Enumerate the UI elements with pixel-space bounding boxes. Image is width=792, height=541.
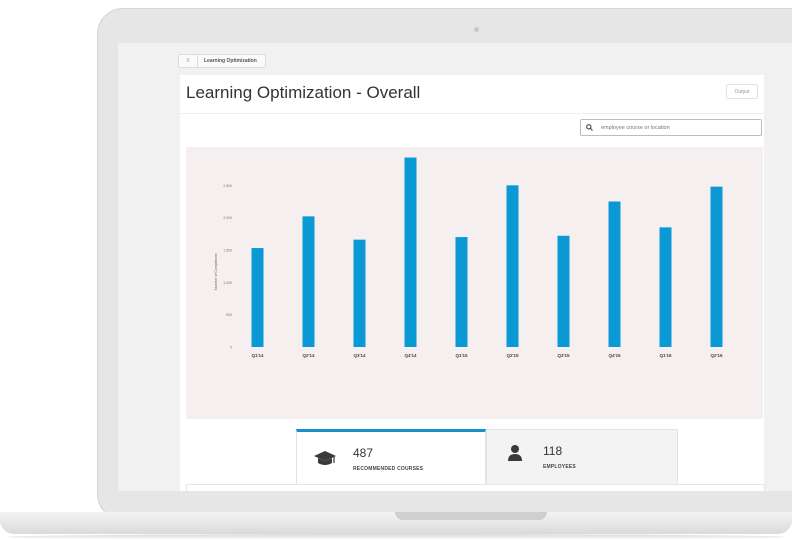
y-tick-label: 2,000 <box>223 216 232 220</box>
bar[interactable] <box>251 248 264 347</box>
divider <box>180 113 764 114</box>
completions-chart: Number of Completions 0 500 1,000 1,500 2,000… <box>186 147 763 419</box>
x-tick-label: Q2'15 <box>506 353 519 358</box>
graduation-cap-icon <box>313 450 337 473</box>
bar[interactable] <box>455 237 468 347</box>
bar[interactable] <box>659 227 672 347</box>
bar[interactable] <box>557 235 570 347</box>
bar[interactable] <box>608 201 621 348</box>
webcam-icon <box>474 27 479 32</box>
x-tick-label: Q1'16 <box>659 353 672 358</box>
y-tick-label: 0 <box>230 346 232 350</box>
tab-employees[interactable]: 118 EMPLOYEES <box>486 429 678 489</box>
laptop-shadow <box>6 534 786 540</box>
stat-label: EMPLOYEES <box>543 464 576 470</box>
y-tick-label: 1,500 <box>223 249 232 253</box>
x-tick-label: Q2'16 <box>710 353 723 358</box>
main-card: Learning Optimization - Overall Output N… <box>180 75 765 491</box>
stat-tabs: 487 RECOMMENDED COURSES 118 EMPLOYEES <box>284 429 678 489</box>
user-icon <box>507 444 523 467</box>
breadcrumb-item[interactable]: Learning Optimization <box>198 58 265 64</box>
bar[interactable] <box>710 186 723 347</box>
bar[interactable] <box>404 157 417 347</box>
x-tick-label: Q3'14 <box>353 353 366 358</box>
x-tick-label: Q2'14 <box>302 353 315 358</box>
y-tick-label: 2,500 <box>223 184 232 188</box>
page-title: Learning Optimization - Overall <box>186 83 421 102</box>
stat-label: RECOMMENDED COURSES <box>353 466 424 472</box>
x-tick-label: Q1'14 <box>251 353 264 358</box>
bar[interactable] <box>353 239 366 347</box>
x-tick-label: Q1'15 <box>455 353 468 358</box>
breadcrumb: ≡ Learning Optimization <box>178 54 266 68</box>
x-tick-label: Q3'15 <box>557 353 570 358</box>
stat-value: 118 <box>543 444 563 458</box>
output-button[interactable]: Output <box>726 84 758 99</box>
search-input[interactable] <box>601 124 751 131</box>
stat-value: 487 <box>353 446 374 460</box>
bar[interactable] <box>302 216 315 347</box>
laptop-hinge <box>395 512 547 520</box>
x-tick-label: Q4'15 <box>608 353 621 358</box>
y-tick-label: 1,000 <box>223 281 232 285</box>
bar[interactable] <box>506 185 519 347</box>
search-icon <box>581 124 597 131</box>
home-icon[interactable]: ≡ <box>179 55 198 67</box>
search-field[interactable] <box>580 119 762 136</box>
x-tick-label: Q4'14 <box>404 353 417 358</box>
bar-chart: Number of Completions 0 500 1,000 1,500 2,000… <box>214 157 723 358</box>
details-panel <box>186 484 765 491</box>
y-tick-label: 500 <box>226 313 232 317</box>
y-axis-label: Number of Completions <box>214 253 218 290</box>
app-screen: ≡ Learning Optimization Learning Optimiz… <box>118 43 792 491</box>
tab-recommended-courses[interactable]: 487 RECOMMENDED COURSES <box>296 429 486 489</box>
